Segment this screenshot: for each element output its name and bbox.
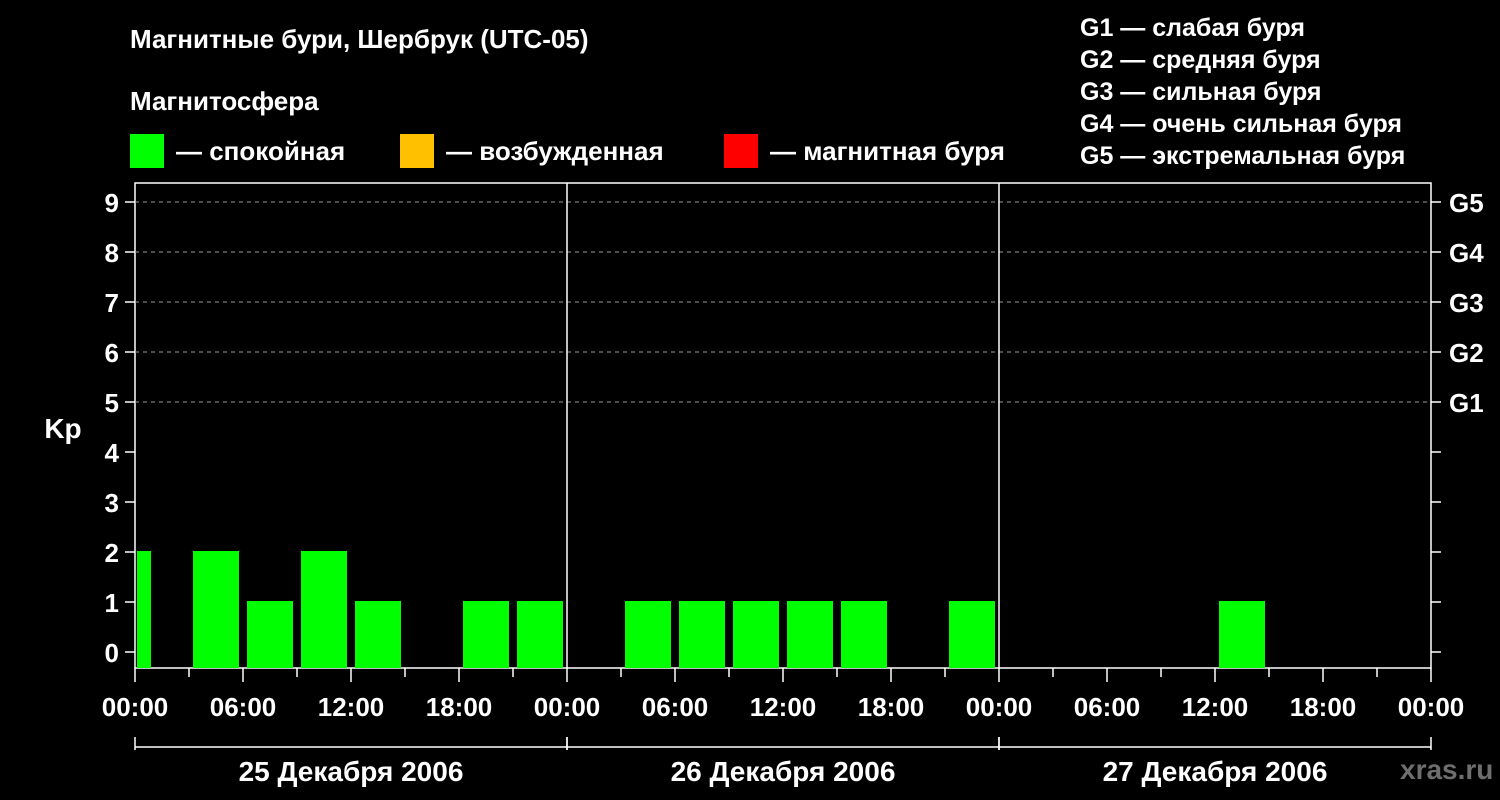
- watermark: xras.ru: [1400, 754, 1494, 785]
- y-axis-label: Kp: [44, 413, 81, 444]
- y-tick-label: 4: [105, 438, 120, 468]
- y-tick-label: 5: [105, 388, 119, 418]
- kp-bar: [949, 601, 995, 668]
- kp-bar: [787, 601, 833, 668]
- kp-bar: [137, 551, 151, 668]
- kp-bar: [679, 601, 725, 668]
- day-label: 27 Декабря 2006: [1103, 756, 1328, 787]
- right-axis-label: G3: [1449, 288, 1484, 318]
- right-axis-label: G2: [1449, 338, 1484, 368]
- x-tick-label: 06:00: [210, 692, 277, 722]
- y-tick-label: 0: [105, 638, 119, 668]
- x-tick-label: 00:00: [102, 692, 169, 722]
- kp-bar: [733, 601, 779, 668]
- x-tick-label: 12:00: [750, 692, 817, 722]
- y-tick-label: 6: [105, 338, 119, 368]
- x-tick-label: 06:00: [1074, 692, 1141, 722]
- right-axis-label: G1: [1449, 388, 1484, 418]
- x-tick-label: 18:00: [858, 692, 925, 722]
- day-label: 25 Декабря 2006: [239, 756, 464, 787]
- kp-chart: 0 1 2 3 4 5 6 7 8 9 G1 G2 G3 G4 G5 Kp 00:00 06:00 12:00 18:…: [44, 182, 1484, 787]
- x-tick-label: 12:00: [318, 692, 385, 722]
- y-tick-label: 8: [105, 238, 119, 268]
- x-tick-label: 18:00: [426, 692, 493, 722]
- y-tick-label: 2: [105, 538, 119, 568]
- kp-bar: [301, 551, 347, 668]
- kp-bar: [193, 551, 239, 668]
- right-axis-label: G4: [1449, 238, 1484, 268]
- x-tick-label: 00:00: [966, 692, 1033, 722]
- x-tick-label: 06:00: [642, 692, 709, 722]
- y-tick-label: 1: [105, 588, 119, 618]
- kp-bar: [841, 601, 887, 668]
- x-tick-label: 00:00: [1398, 692, 1465, 722]
- kp-bar: [463, 601, 509, 668]
- kp-bar: [1219, 601, 1265, 668]
- y-tick-label: 7: [105, 288, 119, 318]
- kp-bar: [247, 601, 293, 668]
- kp-bar: [355, 601, 401, 668]
- x-tick-label: 12:00: [1182, 692, 1249, 722]
- right-axis-label: G5: [1449, 188, 1484, 218]
- day-label: 26 Декабря 2006: [671, 756, 896, 787]
- x-tick-label: 18:00: [1290, 692, 1357, 722]
- y-tick-label: 9: [105, 188, 119, 218]
- kp-bar: [517, 601, 563, 668]
- x-tick-label: 00:00: [534, 692, 601, 722]
- y-tick-label: 3: [105, 488, 119, 518]
- kp-bar: [625, 601, 671, 668]
